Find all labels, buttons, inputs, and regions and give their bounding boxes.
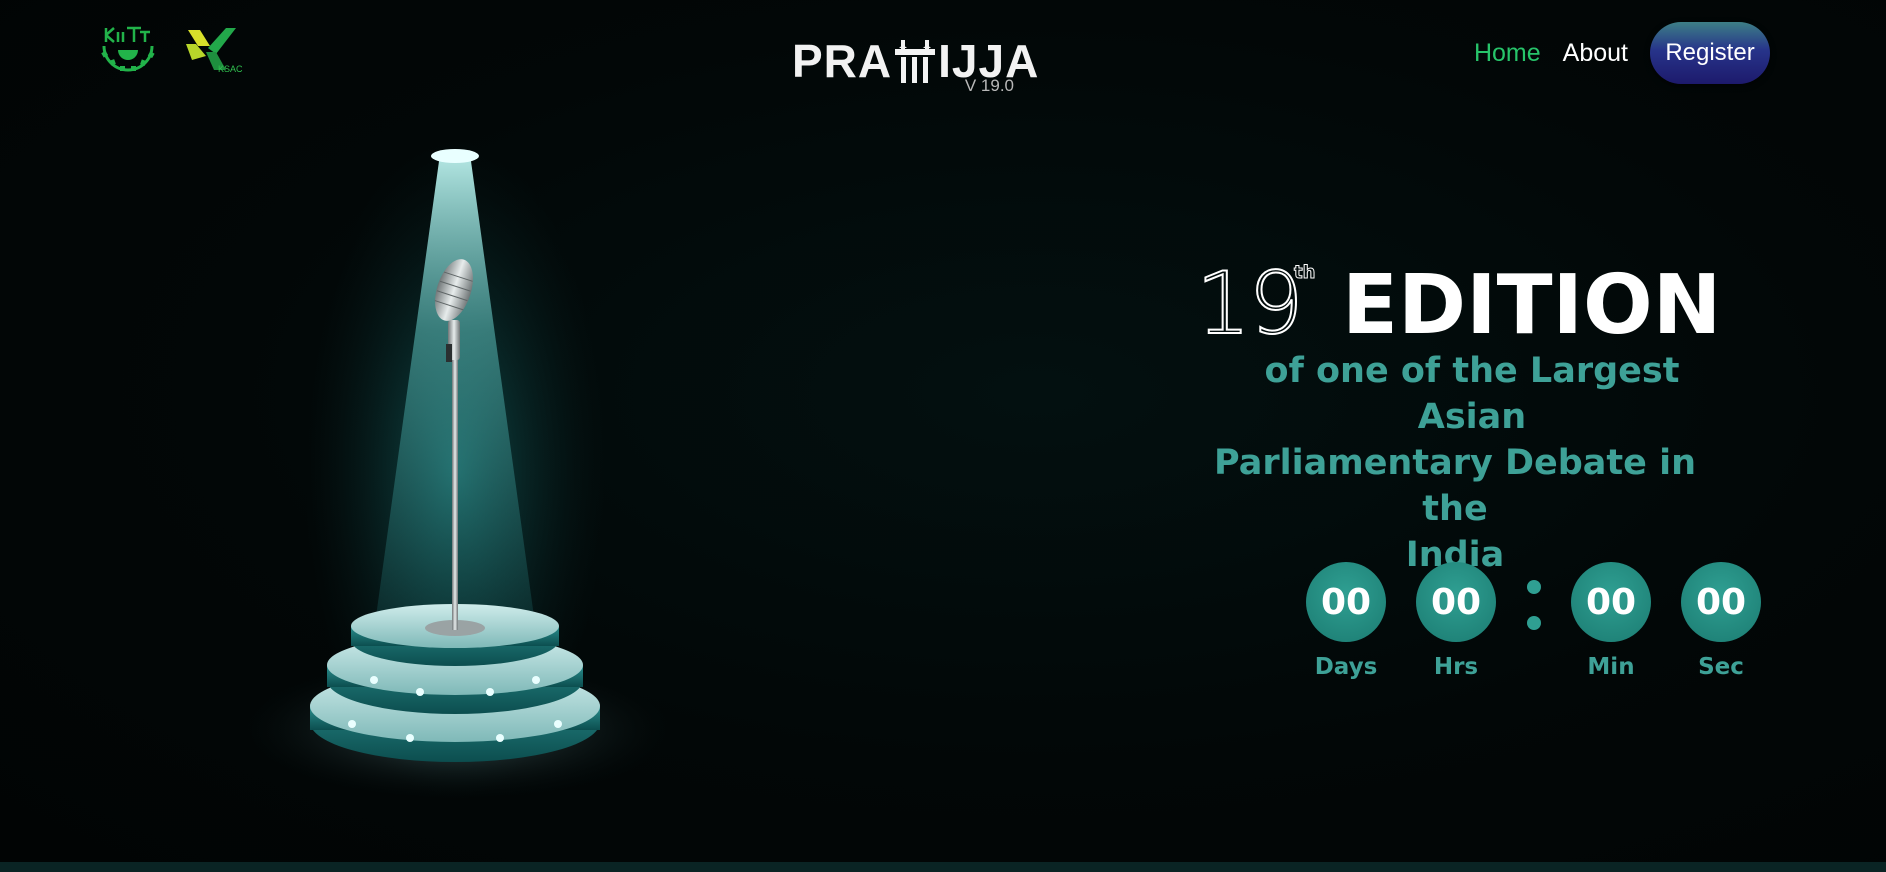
countdown-seconds-label: Sec bbox=[1698, 654, 1744, 680]
countdown-separator-icon bbox=[1526, 580, 1542, 630]
tagline-line-2: Parliamentary Debate in the bbox=[1214, 443, 1696, 529]
countdown-minutes: 00 Min bbox=[1571, 562, 1651, 680]
edition-suffix: th bbox=[1293, 262, 1316, 284]
ksac-logo-text: KSAC bbox=[218, 64, 243, 74]
hero-section: 19 th EDITION of one of the Largest Asia… bbox=[1190, 254, 1730, 575]
page-bottom-edge bbox=[0, 862, 1886, 872]
countdown-hours: 00 Hrs bbox=[1416, 562, 1496, 680]
countdown-hours-value: 00 bbox=[1416, 562, 1496, 642]
main-nav: Home About Register bbox=[1474, 22, 1770, 84]
nav-about-link[interactable]: About bbox=[1563, 39, 1628, 68]
countdown-seconds: 00 Sec bbox=[1681, 562, 1761, 680]
countdown-minutes-label: Min bbox=[1587, 654, 1635, 680]
edition-number: 19 bbox=[1195, 254, 1304, 354]
edition-word: EDITION bbox=[1342, 258, 1722, 353]
register-button[interactable]: Register bbox=[1650, 22, 1770, 84]
countdown-days-value: 00 bbox=[1306, 562, 1386, 642]
nav-home-link[interactable]: Home bbox=[1474, 39, 1541, 68]
countdown-timer: 00 Days 00 Hrs 00 Min 00 Sec bbox=[1306, 562, 1766, 692]
brand-version: V 19.0 bbox=[964, 76, 1014, 95]
countdown-days: 00 Days bbox=[1306, 562, 1386, 680]
edition-heading: 19 th EDITION bbox=[1190, 254, 1730, 354]
brand-wordmark-left: PRA bbox=[792, 35, 893, 87]
spotlight-microphone-illustration bbox=[240, 140, 670, 820]
countdown-days-label: Days bbox=[1314, 654, 1378, 680]
tagline-line-1: of one of the Largest Asian bbox=[1264, 351, 1680, 437]
ksac-logo[interactable]: KSAC bbox=[184, 26, 248, 78]
kiit-logo[interactable] bbox=[96, 24, 160, 76]
countdown-minutes-value: 00 bbox=[1571, 562, 1651, 642]
pratijja-brand-logo[interactable]: PRA IJJA V 19.0 bbox=[792, 14, 1038, 98]
landing-page: KSAC PRA IJJA V 19.0 Home About Register… bbox=[0, 0, 1886, 872]
podium-icon bbox=[893, 38, 937, 84]
hero-tagline: of one of the Largest Asian Parliamentar… bbox=[1190, 348, 1720, 578]
countdown-seconds-value: 00 bbox=[1681, 562, 1761, 642]
countdown-hours-label: Hrs bbox=[1433, 654, 1479, 680]
